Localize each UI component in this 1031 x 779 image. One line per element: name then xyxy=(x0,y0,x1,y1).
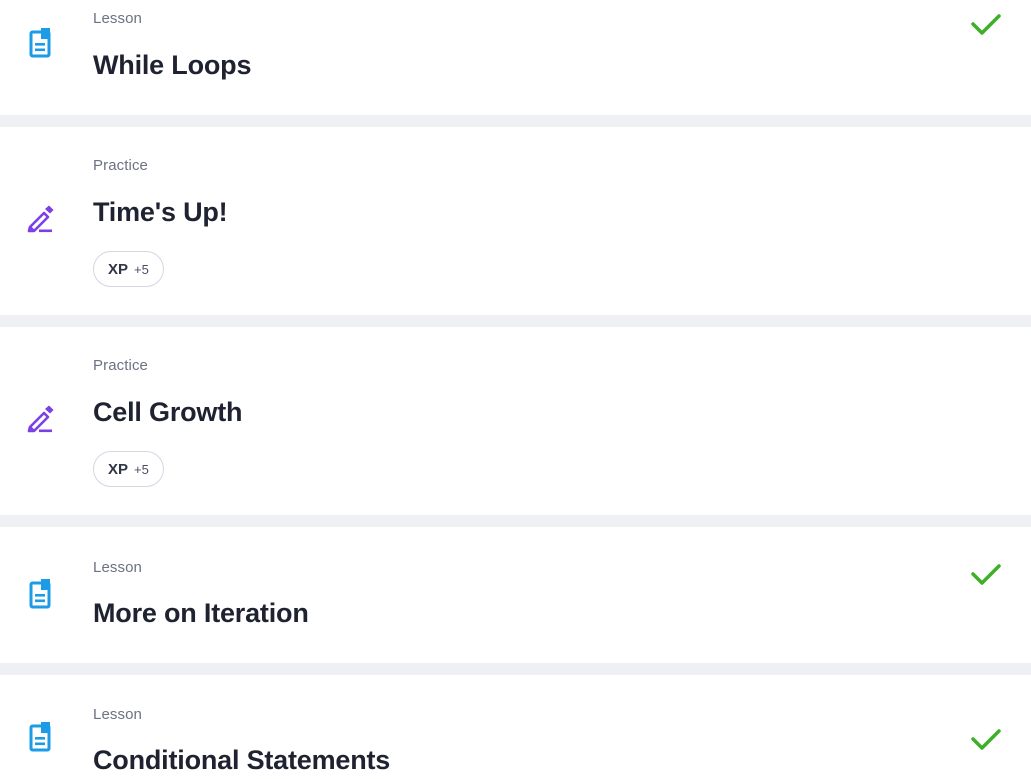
checkmark-icon xyxy=(966,9,1006,39)
checkmark-icon xyxy=(966,559,1006,589)
xp-badge: XP +5 xyxy=(93,451,164,487)
item-type-label: Practice xyxy=(93,357,148,374)
item-title[interactable]: While Loops xyxy=(93,50,251,81)
xp-value: +5 xyxy=(134,261,149,277)
xp-value: +5 xyxy=(134,461,149,477)
lesson-doc-icon xyxy=(23,720,57,754)
item-type-label: Lesson xyxy=(93,559,142,576)
list-item-more-on-iteration[interactable]: Lesson More on Iteration xyxy=(0,527,1031,663)
list-item-conditional-statements[interactable]: Lesson Conditional Statements xyxy=(0,675,1031,779)
xp-badge: XP +5 xyxy=(93,251,164,287)
lesson-doc-icon xyxy=(23,26,57,60)
pencil-icon xyxy=(23,202,57,236)
item-title[interactable]: More on Iteration xyxy=(93,598,309,629)
checkmark-icon xyxy=(966,724,1006,754)
item-title[interactable]: Cell Growth xyxy=(93,397,243,428)
list-item-while-loops[interactable]: Lesson While Loops xyxy=(0,0,1031,115)
pencil-icon xyxy=(23,402,57,436)
item-type-label: Lesson xyxy=(93,706,142,723)
xp-label: XP xyxy=(108,460,129,478)
lesson-doc-icon xyxy=(23,577,57,611)
item-title[interactable]: Conditional Statements xyxy=(93,745,390,776)
item-title[interactable]: Time's Up! xyxy=(93,197,228,228)
list-item-times-up[interactable]: Practice Time's Up! XP +5 xyxy=(0,127,1031,315)
item-type-label: Practice xyxy=(93,157,148,174)
xp-label: XP xyxy=(108,260,129,278)
item-type-label: Lesson xyxy=(93,10,142,27)
list-item-cell-growth[interactable]: Practice Cell Growth XP +5 xyxy=(0,327,1031,515)
